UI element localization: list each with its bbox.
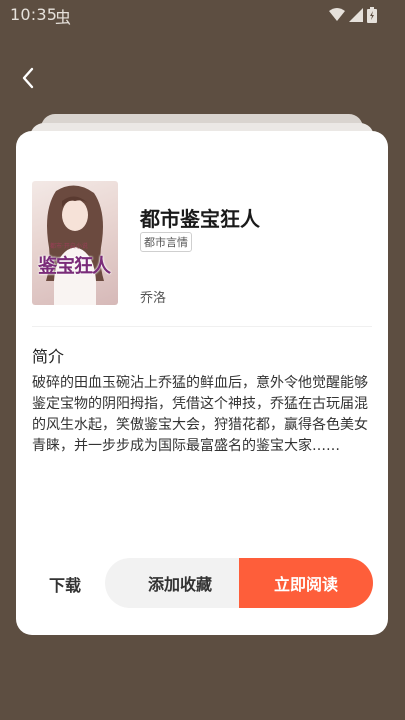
intro-heading: 简介 — [32, 347, 65, 366]
book-cover[interactable]: 都市·开启小说 鉴宝狂人 — [32, 181, 118, 305]
download-button[interactable]: 下载 — [32, 571, 98, 597]
signal-icon — [349, 8, 363, 22]
book-detail-card: 都市·开启小说 鉴宝狂人 都市鉴宝狂人 都市言情 乔洛 简介 破碎的田血玉碗沾上… — [16, 131, 388, 635]
chevron-left-icon — [22, 67, 34, 89]
category-tag[interactable]: 都市言情 — [140, 232, 192, 252]
battery-icon — [367, 7, 377, 23]
add-to-favorites-button[interactable]: 添加收藏 — [105, 558, 255, 608]
book-title: 都市鉴宝狂人 — [140, 207, 260, 231]
read-now-button[interactable]: 立即阅读 — [239, 558, 373, 608]
status-time: 10:35 — [10, 5, 58, 24]
back-button[interactable] — [12, 62, 44, 94]
divider — [32, 326, 372, 327]
cover-tagline: 都市·开启小说 — [50, 243, 88, 250]
status-icons — [329, 7, 377, 23]
cover-title: 鉴宝狂人 — [38, 255, 111, 277]
author-name[interactable]: 乔洛 — [140, 287, 166, 306]
wifi-icon — [329, 8, 345, 21]
intro-text: 破碎的田血玉碗沾上乔猛的鲜血后，意外令他觉醒能够鉴定宝物的阴阳拇指，凭借这个神技… — [32, 375, 368, 454]
status-bar: 10:35 虫 — [0, 0, 405, 30]
notification-icon: 虫 — [55, 8, 72, 27]
